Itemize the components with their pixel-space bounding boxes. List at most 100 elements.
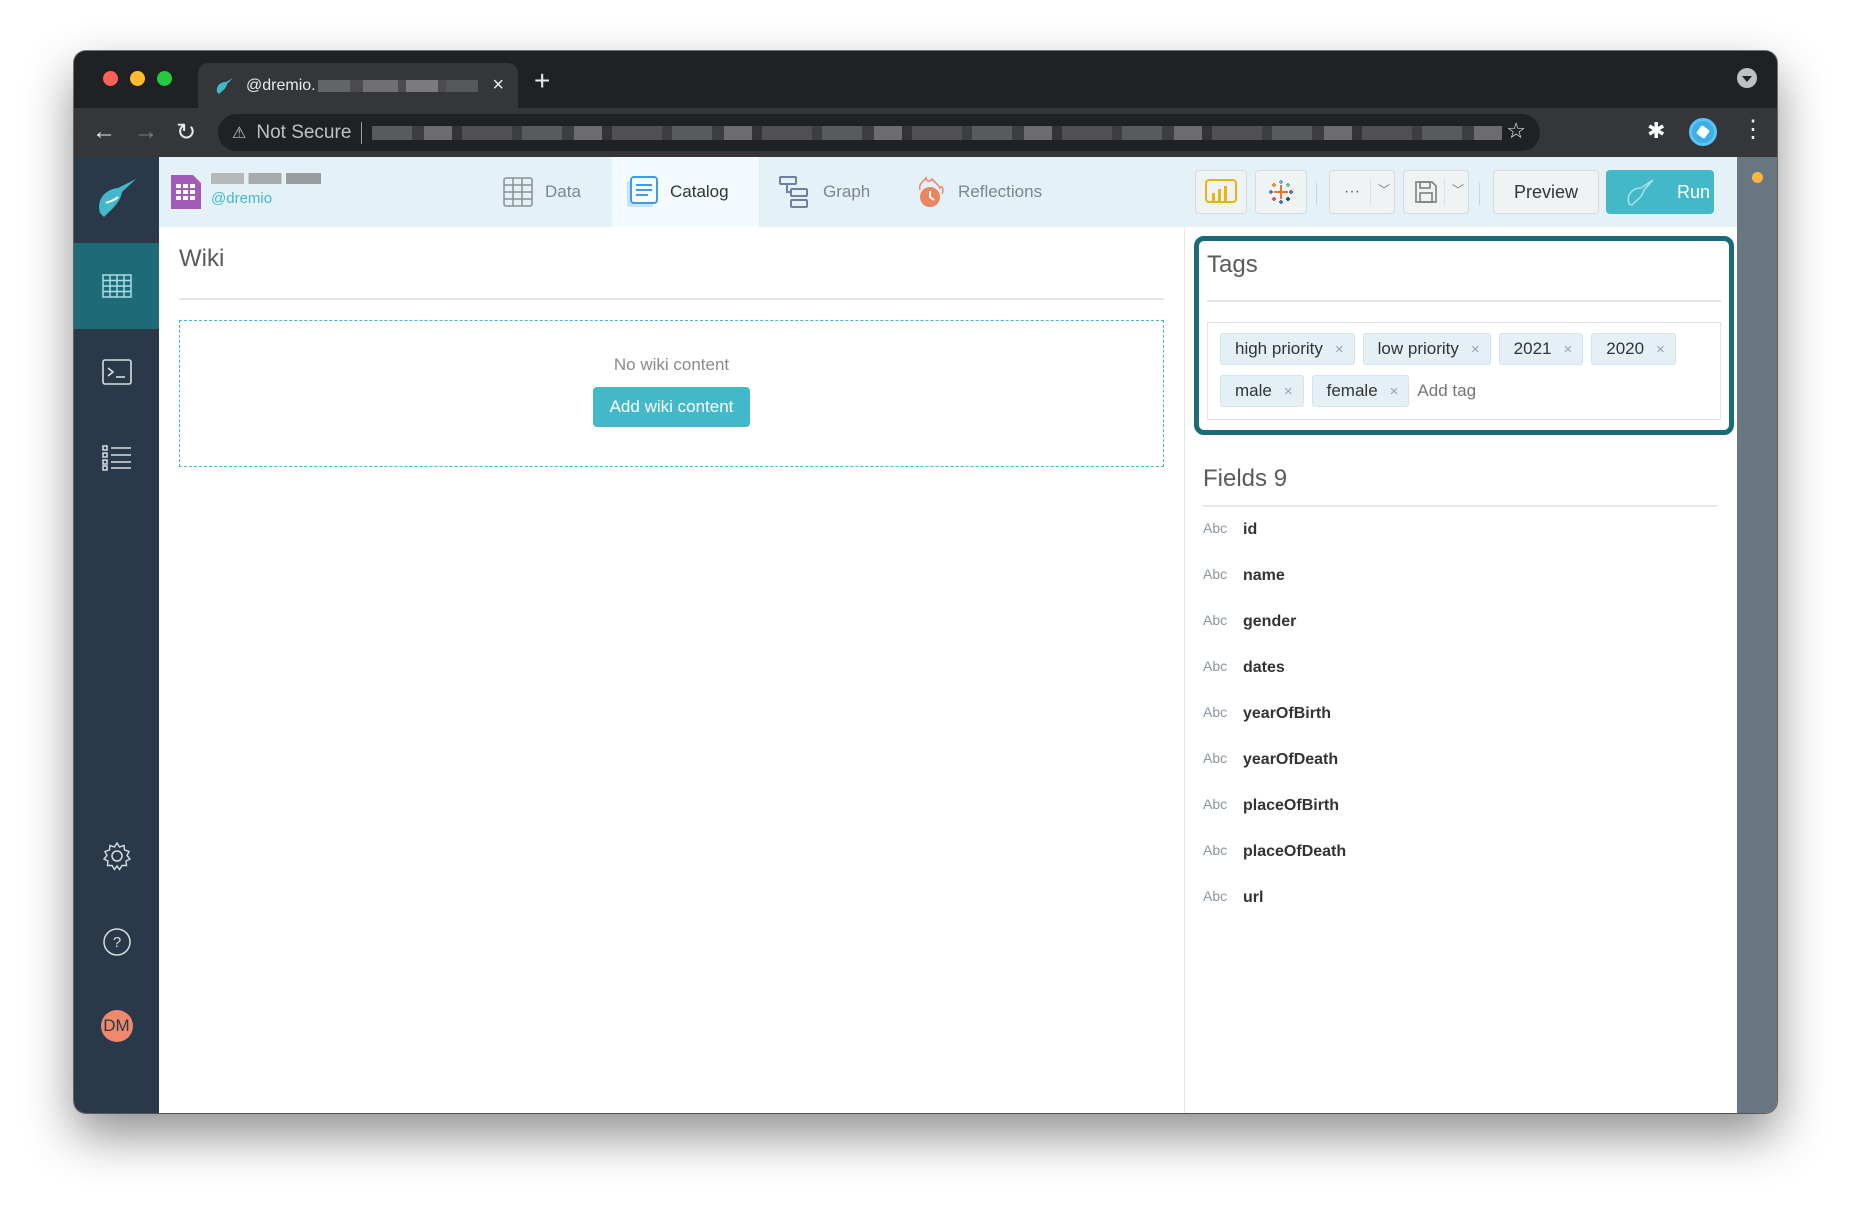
field-row: Abc dates: [1203, 645, 1717, 691]
tab-catalog[interactable]: Catalog: [612, 157, 759, 227]
field-name: name: [1243, 567, 1285, 584]
field-type-badge: Abc: [1203, 520, 1228, 536]
tab-reflections[interactable]: Reflections: [900, 157, 1056, 227]
field-type-badge: Abc: [1203, 888, 1228, 904]
field-name: id: [1243, 521, 1258, 538]
new-tab-button[interactable]: +: [534, 65, 550, 97]
extensions-puzzle-icon[interactable]: ✱: [1647, 118, 1665, 144]
user-avatar[interactable]: DM: [100, 1010, 133, 1042]
tab-data[interactable]: Data: [489, 157, 595, 227]
tags-input-box[interactable]: high priority × low priority × 2021 × 2020 ×…: [1207, 322, 1721, 420]
tab-strip: @dremio. × +: [74, 51, 1777, 108]
power-bi-button[interactable]: [1195, 170, 1247, 214]
tag-label: male: [1235, 381, 1272, 400]
browser-menu-icon[interactable]: ⋮: [1741, 118, 1765, 142]
remove-tag-icon[interactable]: ×: [1656, 341, 1665, 358]
tags-title: Tags: [1207, 241, 1721, 302]
field-row: Abc yearOfDeath: [1203, 737, 1717, 783]
remove-tag-icon[interactable]: ×: [1563, 341, 1572, 358]
sidebar-item-account[interactable]: DM: [74, 983, 159, 1069]
gear-icon: [102, 841, 131, 871]
close-window-button[interactable]: [103, 71, 118, 86]
dataset-name-redacted: [211, 173, 321, 184]
run-label: Run: [1677, 181, 1711, 202]
save-icon: [1415, 181, 1437, 203]
field-name: gender: [1243, 613, 1297, 630]
back-arrow-icon[interactable]: ←: [92, 118, 116, 146]
tab-close-icon[interactable]: ×: [492, 74, 504, 97]
field-type-badge: Abc: [1203, 566, 1228, 582]
tag-chip: 2021 ×: [1498, 333, 1584, 365]
svg-text:?: ?: [112, 934, 120, 951]
remove-tag-icon[interactable]: ×: [1471, 341, 1480, 358]
browser-window: @dremio. × + ← → ↻ ⚠ Not Secure ☆ ✱ ⋮ ? …: [74, 51, 1777, 1113]
tag-label: female: [1326, 381, 1378, 400]
address-separator: [361, 121, 363, 144]
right-scroll-strip[interactable]: [1737, 157, 1777, 1113]
panel-divider: [1184, 227, 1185, 1113]
field-row: Abc yearOfBirth: [1203, 691, 1717, 737]
toolbar-separator: [1316, 183, 1317, 205]
list-icon: [101, 445, 131, 471]
fields-title: Fields 9: [1203, 455, 1717, 507]
reload-icon[interactable]: ↻: [176, 118, 196, 147]
table-icon: [503, 177, 533, 207]
sidebar: ? DM: [74, 157, 159, 1113]
sidebar-item-sql-runner[interactable]: [74, 329, 159, 415]
wiki-section: Wiki No wiki content Add wiki content: [179, 227, 1164, 467]
run-button[interactable]: Run: [1606, 170, 1714, 214]
tableau-button[interactable]: [1255, 170, 1307, 214]
remove-tag-icon[interactable]: ×: [1390, 383, 1399, 400]
sidebar-item-help[interactable]: ?: [74, 899, 159, 985]
sidebar-item-settings[interactable]: [74, 813, 159, 899]
address-bar[interactable]: ⚠ Not Secure ☆: [218, 114, 1540, 151]
tag-chip: female ×: [1311, 375, 1410, 407]
field-type-badge: Abc: [1203, 842, 1228, 858]
field-type-badge: Abc: [1203, 750, 1228, 766]
tag-label: high priority: [1235, 339, 1323, 358]
remove-tag-icon[interactable]: ×: [1284, 383, 1293, 400]
sidebar-item-jobs[interactable]: [74, 415, 159, 501]
narwhal-icon: [1627, 179, 1654, 206]
profile-extension-icon[interactable]: [1689, 118, 1717, 146]
more-actions-button[interactable]: ··· ﹀: [1329, 170, 1395, 214]
field-row: Abc placeOfDeath: [1203, 829, 1717, 875]
tab-reflections-label: Reflections: [958, 182, 1043, 201]
minimize-window-button[interactable]: [130, 71, 145, 86]
sidebar-item-datasets[interactable]: [74, 243, 159, 329]
tab-graph[interactable]: Graph: [765, 157, 884, 227]
terminal-icon: [101, 359, 132, 385]
wiki-title: Wiki: [179, 227, 1164, 300]
maximize-window-button[interactable]: [157, 71, 172, 86]
tab-search-icon[interactable]: [1737, 68, 1757, 88]
dataset-space-link[interactable]: @dremio: [211, 190, 272, 207]
tags-panel: Tags high priority × low priority × 2021 × …: [1194, 236, 1734, 435]
field-name: placeOfDeath: [1243, 843, 1347, 860]
chevron-down-icon[interactable]: ﹀: [1378, 181, 1390, 198]
tag-chip: male ×: [1220, 375, 1304, 407]
forward-arrow-icon[interactable]: →: [134, 118, 158, 146]
notification-dot-icon: [1752, 172, 1763, 183]
tag-chip: high priority ×: [1220, 333, 1355, 365]
field-row: Abc placeOfBirth: [1203, 783, 1717, 829]
field-type-badge: Abc: [1203, 658, 1228, 674]
field-row: Abc gender: [1203, 599, 1717, 645]
tab-data-label: Data: [545, 182, 581, 201]
dataset-header: @dremio Data Catalog Graph Reflections ·…: [159, 157, 1737, 227]
save-button[interactable]: ﹀: [1403, 170, 1469, 214]
tag-chip: low priority ×: [1362, 333, 1491, 365]
help-icon: ?: [102, 928, 131, 956]
chevron-down-icon[interactable]: ﹀: [1452, 181, 1464, 198]
preview-button[interactable]: Preview: [1493, 170, 1599, 214]
dremio-logo-icon[interactable]: [92, 173, 140, 221]
wiki-empty-box: No wiki content Add wiki content: [179, 320, 1164, 467]
bookmark-star-icon[interactable]: ☆: [1506, 118, 1526, 144]
security-label[interactable]: Not Secure: [256, 122, 351, 144]
remove-tag-icon[interactable]: ×: [1335, 341, 1344, 358]
browser-tab[interactable]: @dremio. ×: [198, 63, 518, 108]
add-tag-input[interactable]: [1417, 375, 1538, 407]
add-wiki-button[interactable]: Add wiki content: [592, 387, 751, 427]
field-row: Abc id: [1203, 507, 1717, 553]
tag-label: 2021: [1513, 339, 1552, 358]
tab-catalog-label: Catalog: [670, 182, 729, 201]
